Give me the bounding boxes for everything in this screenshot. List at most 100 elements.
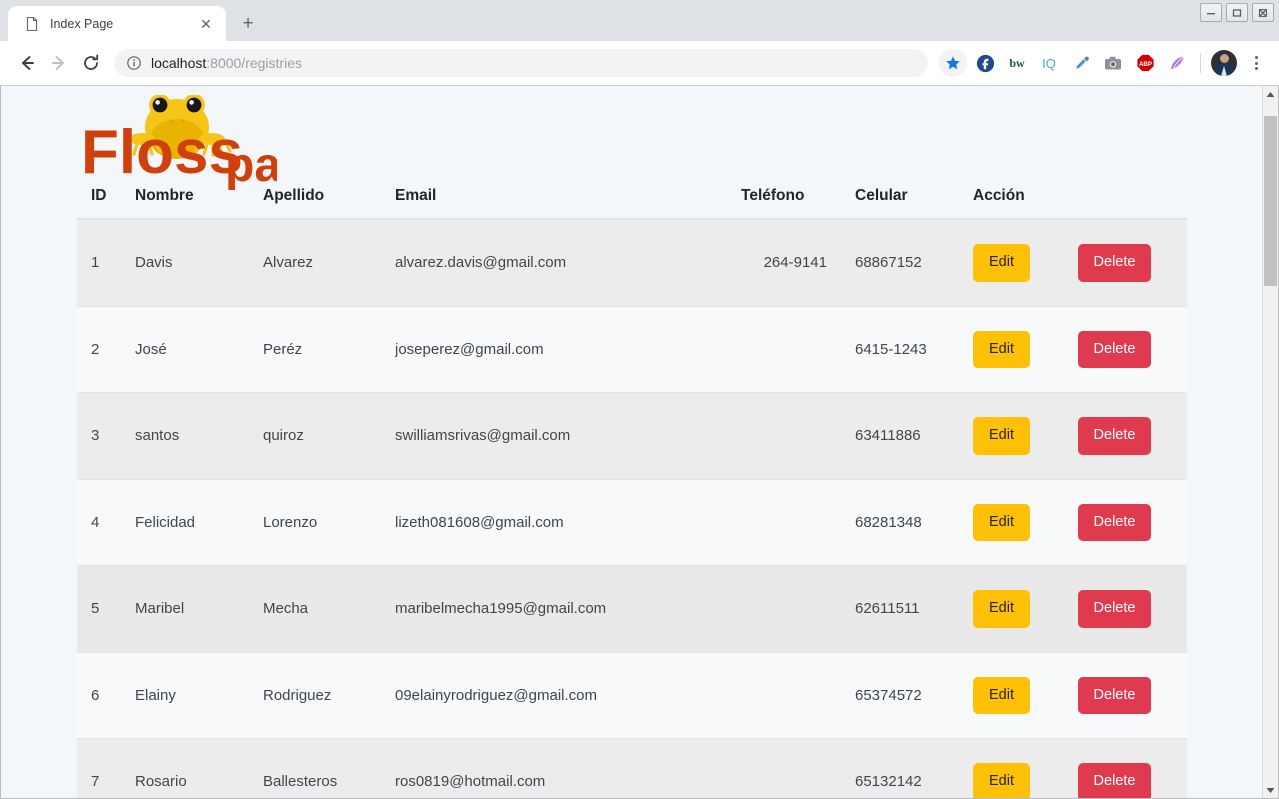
delete-button[interactable]: Delete [1078,417,1151,455]
delete-button[interactable]: Delete [1078,503,1151,541]
cell-apellido: quiroz [263,392,395,480]
delete-button[interactable]: Delete [1078,244,1151,282]
cell-telefono [741,738,855,798]
back-button[interactable] [12,48,42,78]
cell-celular: 6415-1243 [855,306,973,393]
delete-button[interactable]: Delete [1078,763,1151,798]
svg-text:Floss: Floss [81,118,243,187]
cell-apellido: Ballesteros [263,738,395,798]
adblock-plus-icon[interactable]: ABP [1131,49,1159,77]
cell-accion: Edit Delete [973,219,1187,307]
table-row[interactable]: 6 Elainy Rodriguez 09elainyrodriguez@gmail.… [77,652,1187,739]
table-header-row: ID Nombre Apellido Email Teléfono Celula… [77,187,1187,220]
cell-email: swilliamsrivas@gmail.com [395,392,741,480]
close-button[interactable] [1252,3,1274,22]
bookmark-star-icon[interactable] [939,49,967,77]
cell-telefono [741,306,855,393]
edit-button[interactable]: Edit [973,330,1030,368]
table-row[interactable]: 7 Rosario Ballesteros ros0819@hotmail.com 65… [77,738,1187,798]
edit-button[interactable]: Edit [973,503,1030,541]
forward-button[interactable] [44,48,74,78]
table-row[interactable]: 5 Maribel Mecha maribelmecha1995@gmail.com 6… [77,565,1187,653]
eyedropper-extension-icon[interactable] [1067,49,1095,77]
cell-id: 2 [77,306,135,393]
edit-button[interactable]: Edit [973,590,1030,628]
edit-button[interactable]: Edit [973,244,1030,282]
tab-strip: Index Page ✕ + [0,0,1279,41]
cell-nombre: Felicidad [135,479,263,566]
cell-id: 4 [77,479,135,566]
cell-telefono [741,565,855,653]
column-header-accion[interactable]: Acción [973,187,1187,220]
close-tab-icon[interactable]: ✕ [196,14,216,34]
site-info-icon[interactable] [126,55,142,71]
delete-button[interactable]: Delete [1078,676,1151,714]
cell-email: ros0819@hotmail.com [395,738,741,798]
cell-accion: Edit Delete [973,392,1187,480]
column-header-email[interactable]: Email [395,187,741,220]
cell-id: 1 [77,219,135,307]
screenshot-camera-icon[interactable] [1099,49,1127,77]
cell-telefono [741,652,855,739]
iq-extension-icon[interactable]: IQ [1035,49,1063,77]
cell-email: alvarez.davis@gmail.com [395,219,741,307]
column-header-nombre[interactable]: Nombre [135,187,263,220]
delete-button[interactable]: Delete [1078,590,1151,628]
cell-nombre: José [135,306,263,393]
browser-window: Index Page ✕ + localhost:8000/registries… [0,0,1279,799]
freedom-extension-icon[interactable] [971,49,999,77]
cell-email: joseperez@gmail.com [395,306,741,393]
cell-accion: Edit Delete [973,306,1187,393]
svg-text:pa: pa [225,139,277,190]
cell-apellido: Rodriguez [263,652,395,739]
scroll-up-arrow-icon[interactable] [1263,86,1278,102]
cell-celular: 65132142 [855,738,973,798]
browser-toolbar: localhost:8000/registries bw IQ ABP [0,41,1279,86]
column-header-id[interactable]: ID [77,187,135,220]
edit-button[interactable]: Edit [973,417,1030,455]
window-controls [1200,3,1274,22]
browser-menu-button[interactable] [1243,49,1269,77]
profile-avatar[interactable] [1211,50,1237,76]
table-row[interactable]: 4 Felicidad Lorenzo lizeth081608@gmail.com 6… [77,479,1187,566]
bitwarden-extension-icon[interactable]: bw [1003,49,1031,77]
page-scrollbar[interactable] [1262,86,1278,798]
address-bar[interactable]: localhost:8000/registries [114,49,928,77]
cell-apellido: Peréz [263,306,395,393]
cell-celular: 68867152 [855,219,973,307]
edit-button[interactable]: Edit [973,763,1030,798]
table-row[interactable]: 1 Davis Alvarez alvarez.davis@gmail.com 264-… [77,219,1187,307]
cell-apellido: Mecha [263,565,395,653]
scrollbar-thumb[interactable] [1264,115,1277,286]
cell-telefono [741,392,855,480]
cell-telefono [741,479,855,566]
page-content: Floss pa ID Nombre Apellido Email Teléfo… [1,86,1263,798]
quill-extension-icon[interactable] [1163,49,1191,77]
column-header-telefono[interactable]: Teléfono [741,187,855,220]
column-header-apellido[interactable]: Apellido [263,187,395,220]
cell-telefono: 264-9141 [741,219,855,307]
table-row[interactable]: 2 José Peréz joseperez@gmail.com 6415-1243 Ed… [77,306,1187,393]
column-header-celular[interactable]: Celular [855,187,973,220]
table-body: 1 Davis Alvarez alvarez.davis@gmail.com 264-… [77,219,1187,798]
tab-title: Index Page [50,16,114,31]
browser-tab-index-page[interactable]: Index Page ✕ [8,6,226,41]
reload-button[interactable] [76,48,106,78]
scroll-down-arrow-icon[interactable] [1263,782,1278,798]
cell-celular: 62611511 [855,565,973,653]
url-host: localhost [151,55,207,71]
flosspa-logo[interactable]: Floss pa [77,95,277,190]
cell-apellido: Lorenzo [263,479,395,566]
table-row[interactable]: 3 santos quiroz swilliamsrivas@gmail.com 634… [77,392,1187,480]
delete-button[interactable]: Delete [1078,330,1151,368]
cell-accion: Edit Delete [973,652,1187,739]
maximize-button[interactable] [1226,3,1248,22]
cell-nombre: Elainy [135,652,263,739]
url-text: localhost:8000/registries [151,55,302,71]
registries-table-wrap: ID Nombre Apellido Email Teléfono Celula… [1,187,1263,798]
minimize-button[interactable] [1200,3,1222,22]
cell-nombre: Maribel [135,565,263,653]
edit-button[interactable]: Edit [973,676,1030,714]
cell-nombre: santos [135,392,263,480]
new-tab-button[interactable]: + [234,9,262,37]
